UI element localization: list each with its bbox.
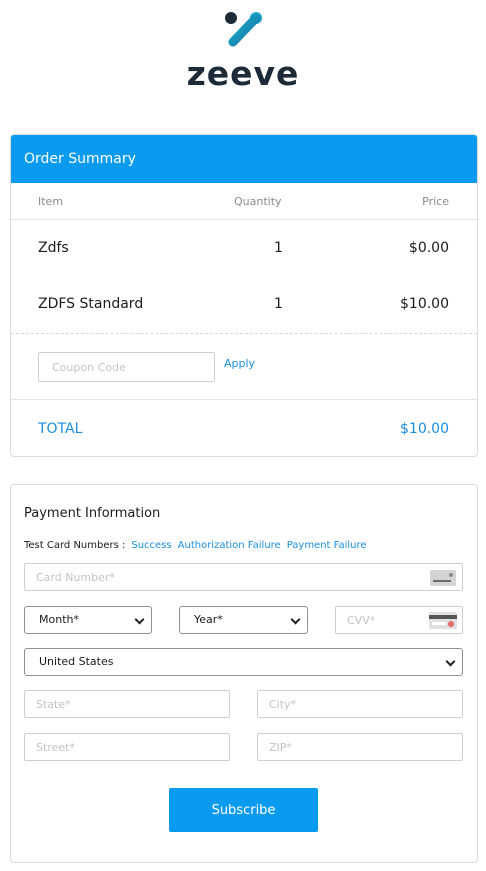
- column-item: Item: [38, 195, 64, 208]
- item-name: Zdfs: [38, 240, 69, 256]
- test-cards-label: Test Card Numbers :: [24, 540, 126, 551]
- chevron-down-icon: [290, 614, 301, 625]
- zip-input[interactable]: [257, 733, 463, 761]
- chevron-down-icon: [134, 614, 145, 625]
- country-value: United States: [39, 655, 114, 668]
- month-value: Month*: [39, 613, 79, 626]
- test-card-payment-failure-link[interactable]: Payment Failure: [287, 540, 367, 551]
- divider: [11, 399, 477, 400]
- subscribe-button[interactable]: Subscribe: [169, 788, 318, 832]
- zeeve-logo-icon: [225, 12, 262, 47]
- column-quantity: Quantity: [234, 195, 282, 208]
- order-summary-card: Order Summary Item Quantity Price Zdfs 1…: [10, 134, 478, 457]
- test-card-auth-failure-link[interactable]: Authorization Failure: [178, 540, 281, 551]
- state-input[interactable]: [24, 690, 230, 718]
- order-summary-header: Order Summary: [11, 135, 477, 183]
- payment-title: Payment Information: [24, 506, 161, 521]
- item-name: ZDFS Standard: [38, 296, 144, 312]
- chevron-down-icon: [445, 656, 456, 667]
- payment-card: Payment Information Test Card Numbers : S…: [10, 484, 478, 863]
- street-input[interactable]: [24, 733, 230, 761]
- item-price: $0.00: [408, 240, 449, 256]
- city-input[interactable]: [257, 690, 463, 718]
- test-card-numbers: Test Card Numbers : Success Authorization …: [24, 540, 367, 551]
- test-card-success-link[interactable]: Success: [131, 540, 171, 551]
- cvv-card-icon: [429, 612, 457, 629]
- total-value: $10.00: [400, 421, 449, 437]
- month-select[interactable]: Month*: [24, 606, 152, 634]
- coupon-code-input[interactable]: [38, 352, 215, 382]
- card-number-input[interactable]: [24, 563, 463, 591]
- item-quantity: 1: [274, 240, 283, 256]
- total-label: TOTAL: [38, 421, 83, 437]
- item-price: $10.00: [400, 296, 449, 312]
- item-quantity: 1: [274, 296, 283, 312]
- apply-coupon-link[interactable]: Apply: [224, 357, 255, 370]
- brand-name: zeeve: [186, 54, 300, 93]
- order-columns: Item Quantity Price: [11, 183, 477, 220]
- year-value: Year*: [194, 613, 223, 626]
- country-select[interactable]: United States: [24, 648, 463, 676]
- logo: zeeve: [0, 8, 486, 93]
- year-select[interactable]: Year*: [179, 606, 308, 634]
- column-price: Price: [422, 195, 449, 208]
- credit-card-icon: [430, 570, 456, 586]
- divider: [11, 333, 477, 334]
